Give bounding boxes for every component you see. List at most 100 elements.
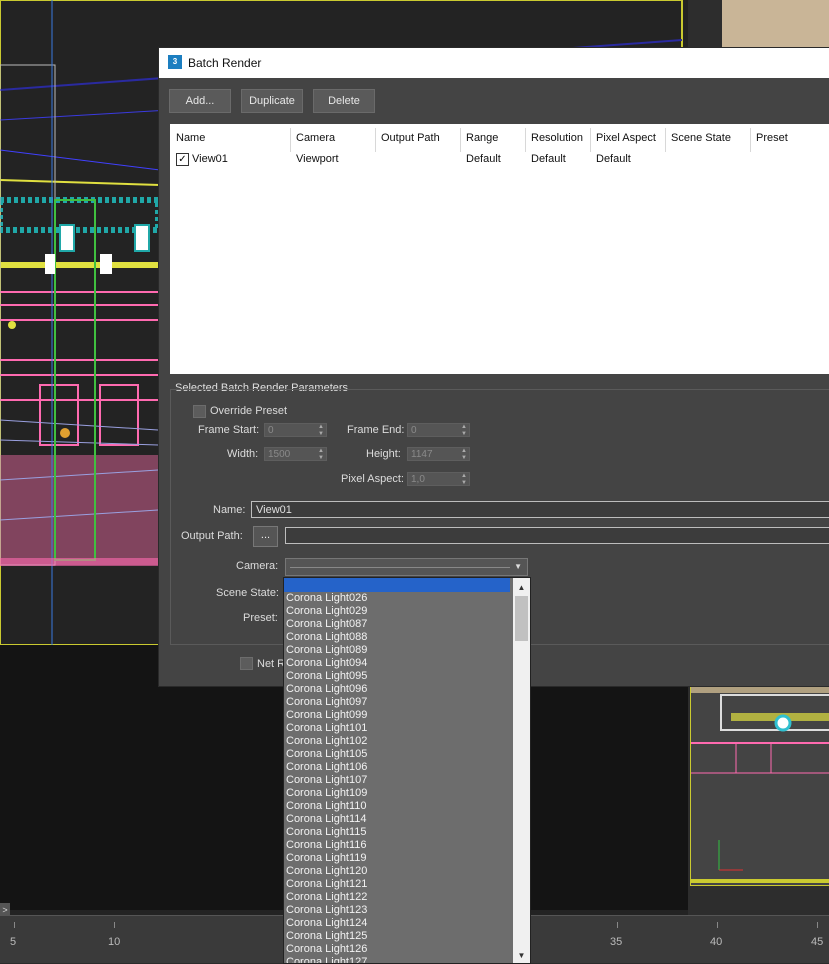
column-header-camera[interactable]: Camera [296, 132, 335, 144]
delete-button[interactable]: Delete [313, 89, 375, 113]
dropdown-selected-item[interactable] [284, 578, 510, 592]
row-enabled-checkbox[interactable]: ✓ [176, 153, 189, 166]
column-header-name[interactable]: Name [176, 132, 205, 144]
row-resolution-cell[interactable]: Default [531, 153, 566, 165]
dropdown-item[interactable]: Corona Light096 [286, 683, 510, 696]
dropdown-item[interactable]: Corona Light088 [286, 631, 510, 644]
window-title: Batch Render [188, 56, 262, 70]
column-divider[interactable] [665, 128, 666, 152]
dropdown-item[interactable]: Corona Light087 [286, 618, 510, 631]
spinner-arrows-icon[interactable]: ▲ ▼ [318, 448, 324, 462]
column-divider[interactable] [460, 128, 461, 152]
column-divider[interactable] [750, 128, 751, 152]
dropdown-item[interactable]: Corona Light121 [286, 878, 510, 891]
dropdown-item[interactable]: Corona Light126 [286, 943, 510, 956]
spinner-arrows-icon[interactable]: ▲ ▼ [318, 424, 324, 438]
height-value: 1147 [411, 449, 433, 460]
spinner-arrows-icon[interactable]: ▲ ▼ [461, 448, 467, 462]
scene-wireframe-small [691, 685, 829, 885]
column-divider[interactable] [290, 128, 291, 152]
dropdown-item[interactable]: Corona Light120 [286, 865, 510, 878]
right-top-viewport[interactable] [722, 0, 829, 48]
row-pixel-aspect-cell[interactable]: Default [596, 153, 631, 165]
chevron-down-icon[interactable]: ▼ [514, 562, 522, 571]
camera-select[interactable]: ▼ [285, 558, 528, 576]
dropdown-item[interactable]: Corona Light122 [286, 891, 510, 904]
column-divider[interactable] [590, 128, 591, 152]
dropdown-item[interactable]: Corona Light110 [286, 800, 510, 813]
dropdown-item[interactable]: Corona Light115 [286, 826, 510, 839]
title-bar[interactable]: 3 Batch Render [159, 48, 829, 78]
frame-start-label: Frame Start: [198, 424, 260, 436]
column-header-output-path[interactable]: Output Path [381, 132, 440, 144]
right-bottom-viewport[interactable] [690, 684, 829, 886]
dropdown-item[interactable]: Corona Light099 [286, 709, 510, 722]
column-header-preset[interactable]: Preset [756, 132, 788, 144]
timeline-tick [817, 922, 818, 928]
dropdown-item[interactable]: Corona Light106 [286, 761, 510, 774]
dropdown-item[interactable]: Corona Light097 [286, 696, 510, 709]
dropdown-item[interactable]: Corona Light124 [286, 917, 510, 930]
output-path-label: Output Path: [181, 530, 243, 542]
dropdown-item[interactable]: Corona Light109 [286, 787, 510, 800]
dropdown-item[interactable]: Corona Light127 [286, 956, 510, 963]
column-header-range[interactable]: Range [466, 132, 498, 144]
timeline-label: 40 [710, 936, 723, 948]
scroll-up-icon[interactable]: ▲ [513, 581, 530, 595]
pixel-aspect-spinner[interactable]: 1,0 ▲ ▼ [407, 472, 470, 486]
column-header-pixel-aspect[interactable]: Pixel Aspect [596, 132, 656, 144]
frame-end-label: Frame End: [347, 424, 405, 436]
scroll-down-icon[interactable]: ▼ [513, 949, 530, 963]
dropdown-scrollbar[interactable]: ▲ ▼ [513, 578, 530, 963]
dropdown-item[interactable]: Corona Light102 [286, 735, 510, 748]
timeline-label: 5 [10, 936, 17, 948]
spinner-arrows-icon[interactable]: ▲ ▼ [461, 473, 467, 487]
dropdown-item[interactable]: Corona Light095 [286, 670, 510, 683]
column-header-resolution[interactable]: Resolution [531, 132, 583, 144]
dropdown-item[interactable]: Corona Light119 [286, 852, 510, 865]
timeline-label: 35 [610, 936, 623, 948]
add-button[interactable]: Add... [169, 89, 231, 113]
pixel-aspect-value: 1,0 [411, 474, 425, 485]
name-field[interactable]: View01 [251, 501, 829, 518]
dropdown-item[interactable]: Corona Light116 [286, 839, 510, 852]
dropdown-item[interactable]: Corona Light105 [286, 748, 510, 761]
dropdown-item[interactable]: Corona Light114 [286, 813, 510, 826]
spinner-arrows-icon[interactable]: ▲ ▼ [461, 424, 467, 438]
override-preset-checkbox[interactable] [193, 405, 206, 418]
dropdown-item[interactable]: Corona Light125 [286, 930, 510, 943]
row-camera-cell[interactable]: Viewport [296, 153, 339, 165]
frame-end-spinner[interactable]: 0 ▲ ▼ [407, 423, 470, 437]
output-path-field[interactable] [285, 527, 829, 544]
camera-dropdown-list[interactable]: Corona Light026 Corona Light029 Corona Lig… [283, 577, 531, 964]
timeline-tick [114, 922, 115, 928]
dropdown-item[interactable]: Corona Light123 [286, 904, 510, 917]
dropdown-item[interactable]: Corona Light094 [286, 657, 510, 670]
row-range-cell[interactable]: Default [466, 153, 501, 165]
net-render-checkbox[interactable] [240, 657, 253, 670]
column-header-scene-state[interactable]: Scene State [671, 132, 731, 144]
camera-label: Camera: [236, 560, 279, 572]
column-divider[interactable] [525, 128, 526, 152]
column-divider[interactable] [375, 128, 376, 152]
timeline-label: 10 [108, 936, 121, 948]
duplicate-button[interactable]: Duplicate [241, 89, 303, 113]
dropdown-item[interactable]: Corona Light101 [286, 722, 510, 735]
dropdown-item[interactable]: Corona Light029 [286, 605, 510, 618]
batch-render-list[interactable]: Name Camera Output Path Range Resolution… [170, 124, 829, 374]
width-spinner[interactable]: 1500 ▲ ▼ [264, 447, 327, 461]
timeline-tick [14, 922, 15, 928]
timeline-tick [717, 922, 718, 928]
3ds-max-icon: 3 [168, 55, 182, 69]
net-render-label: Net R [257, 658, 286, 670]
dropdown-item[interactable]: Corona Light089 [286, 644, 510, 657]
height-spinner[interactable]: 1147 ▲ ▼ [407, 447, 470, 461]
dropdown-item[interactable]: Corona Light026 [286, 592, 510, 605]
timeline-label: 45 [811, 936, 824, 948]
frame-start-value: 0 [268, 425, 274, 436]
row-name-cell[interactable]: View01 [192, 153, 228, 165]
frame-start-spinner[interactable]: 0 ▲ ▼ [264, 423, 327, 437]
dropdown-item[interactable]: Corona Light107 [286, 774, 510, 787]
scrollbar-thumb[interactable] [515, 596, 528, 641]
output-path-browse-button[interactable]: ... [253, 526, 278, 547]
